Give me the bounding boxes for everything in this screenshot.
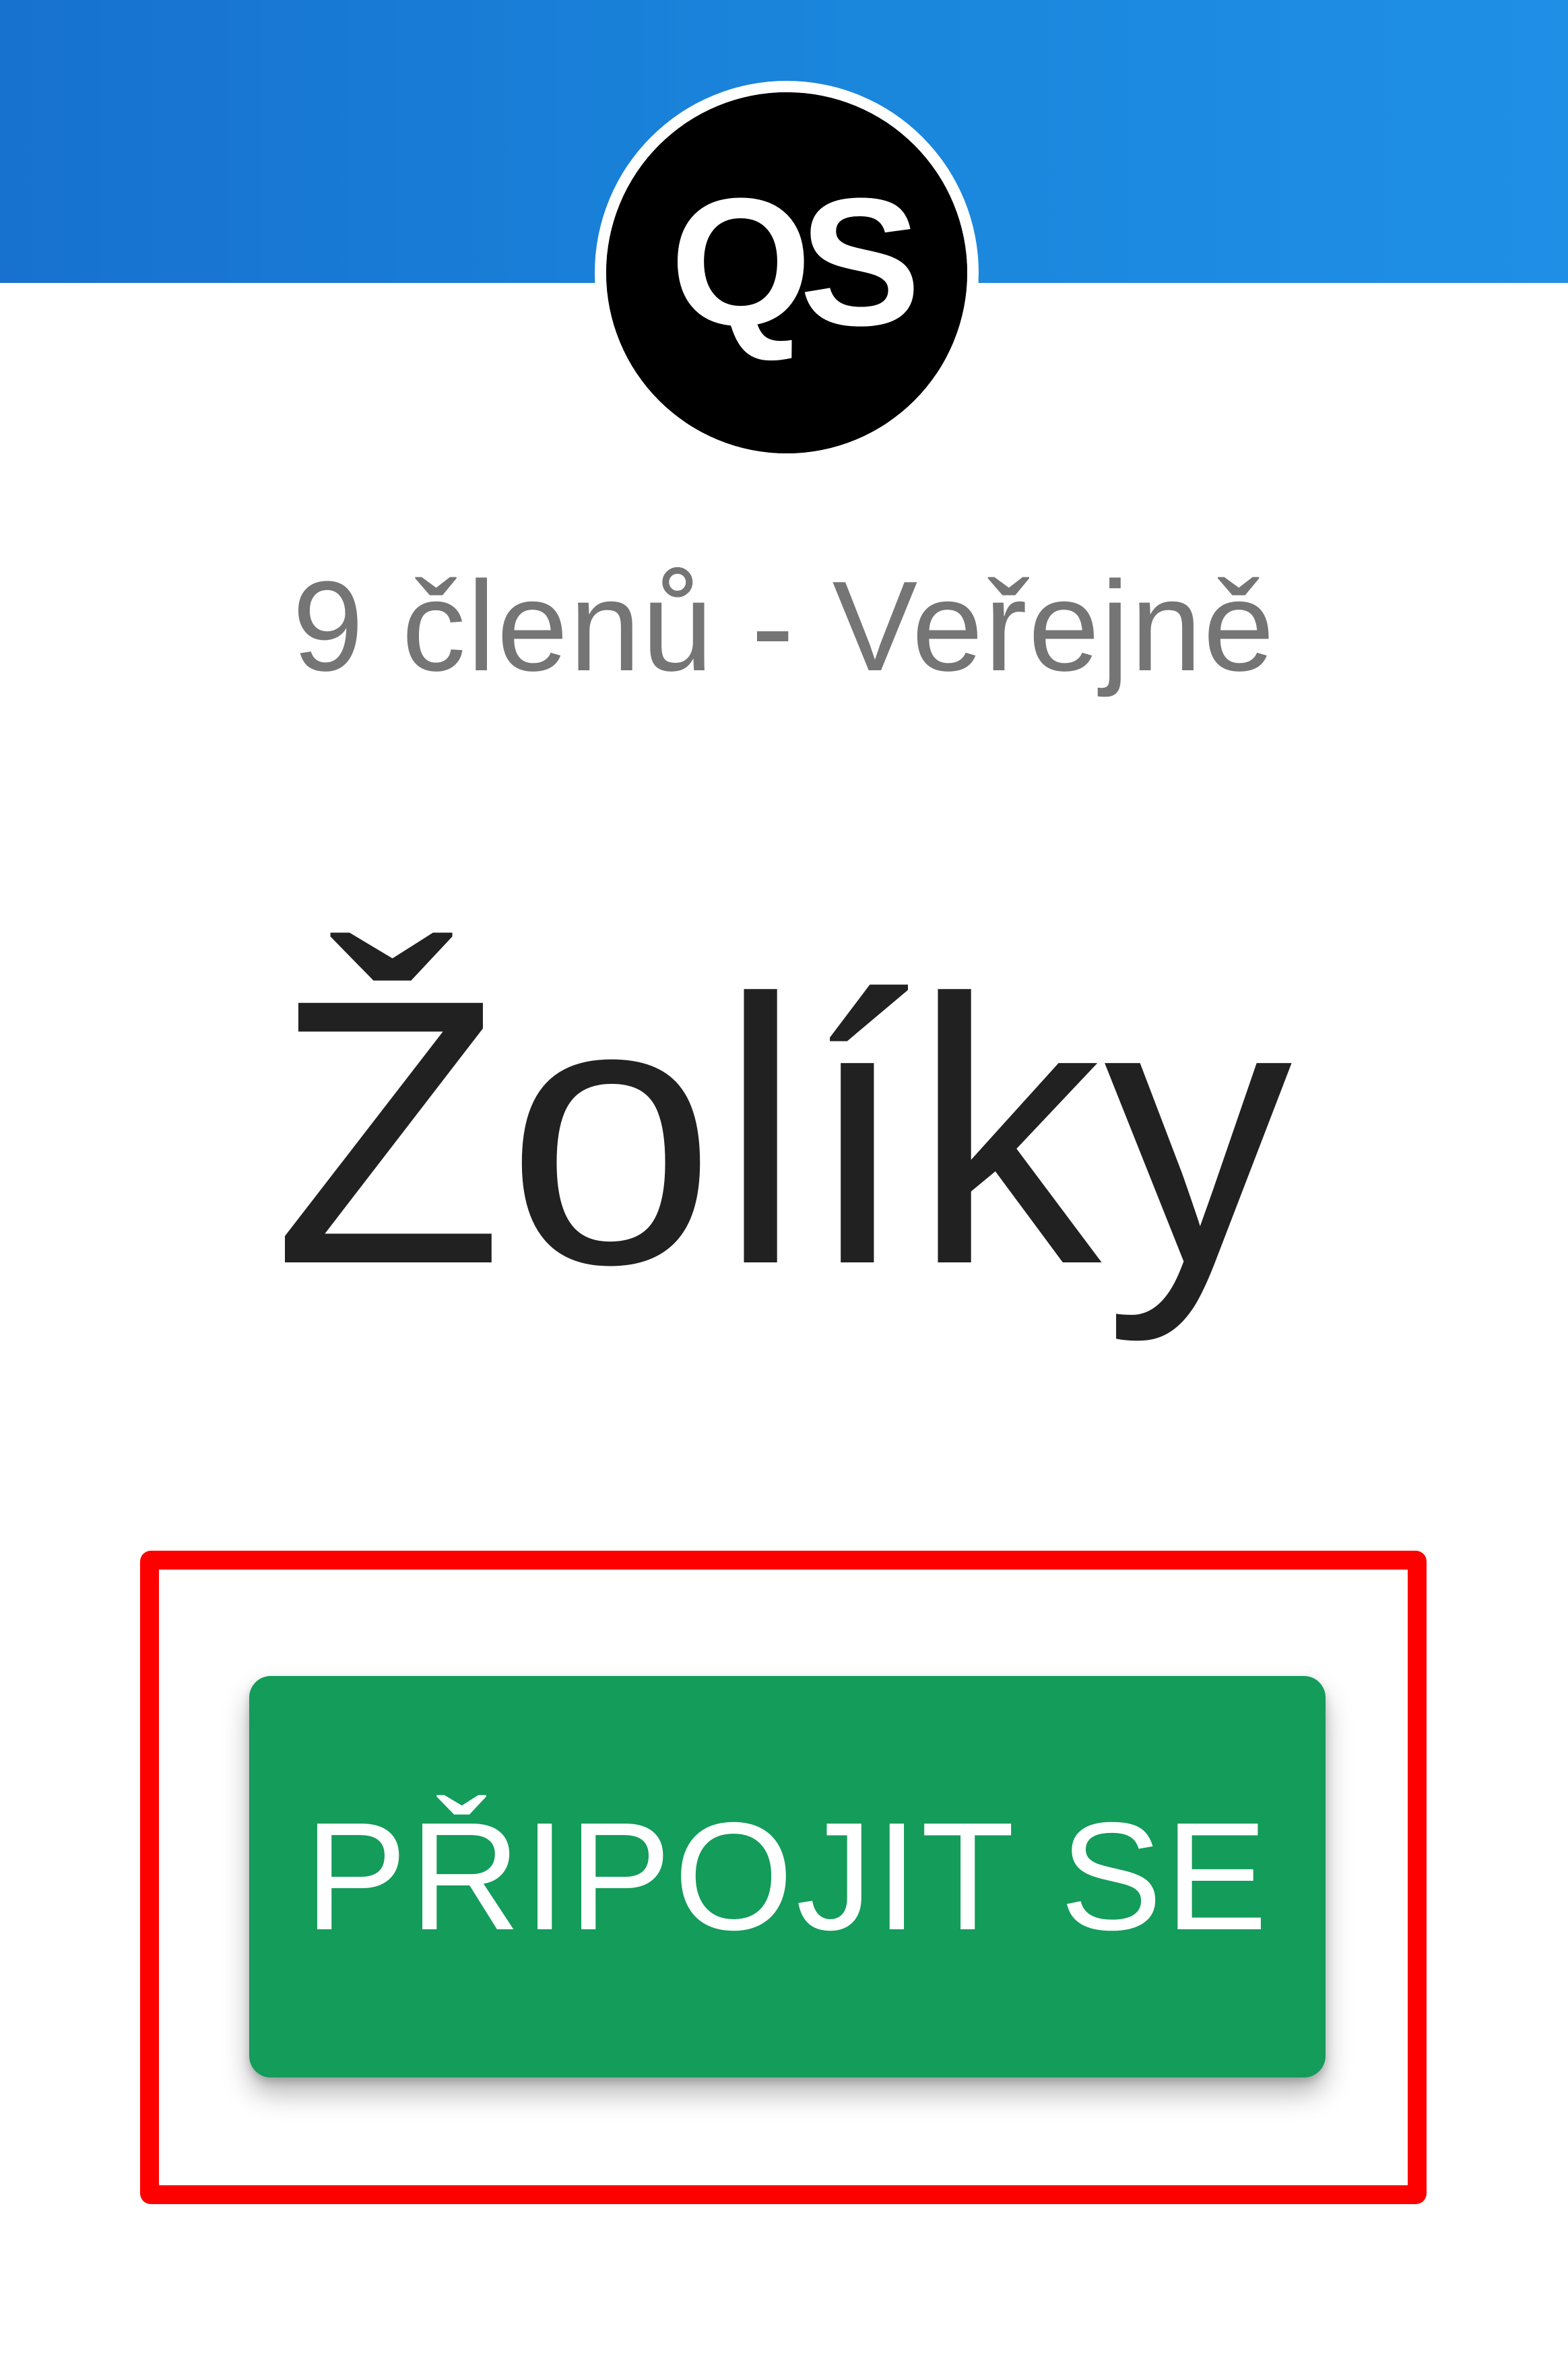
- join-button[interactable]: PŘIPOJIT SE: [249, 1676, 1326, 2077]
- group-page: QS 9 členů - Veřejně Žolíky PŘIPOJIT SE: [0, 0, 1568, 2353]
- qs-logo-icon: QS: [606, 92, 967, 453]
- group-meta: 9 členů - Veřejně: [292, 555, 1276, 698]
- group-title: Žolíky: [273, 921, 1295, 1343]
- logo-text: QS: [670, 161, 916, 364]
- group-avatar: QS: [595, 81, 979, 465]
